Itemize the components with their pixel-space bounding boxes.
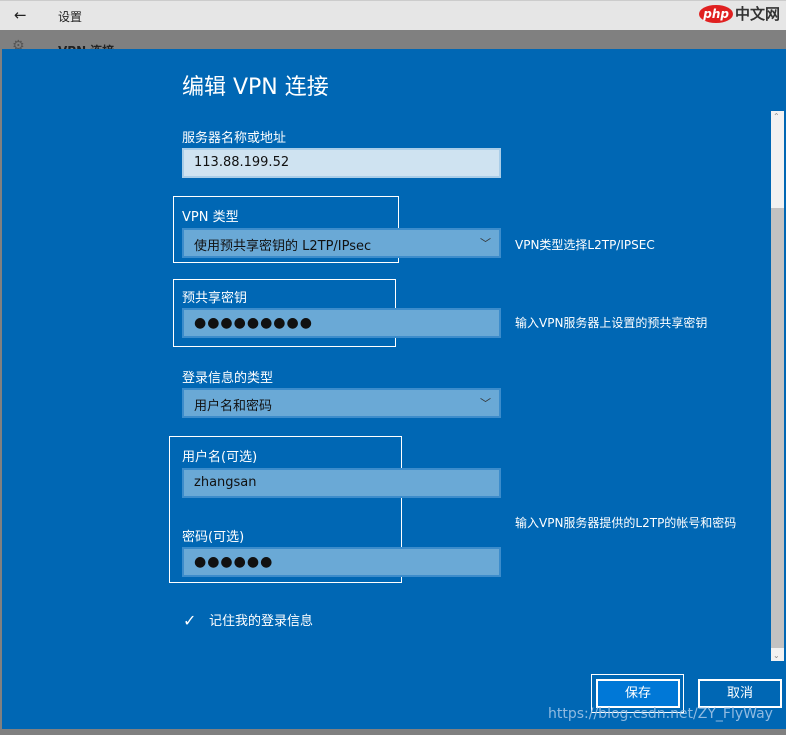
php-cn-logo: php 中文网 xyxy=(699,3,780,24)
dialog-title: 编辑 VPN 连接 xyxy=(182,75,329,100)
edit-vpn-dialog: 编辑 VPN 连接 服务器名称或地址 113.88.199.52 VPN 类型 … xyxy=(2,49,786,729)
psk-note: 输入VPN服务器上设置的预共享密钥 xyxy=(515,316,708,330)
password-value: ●●●●●● xyxy=(194,554,274,570)
remember-checkbox[interactable]: ✓ xyxy=(183,611,201,630)
username-label: 用户名(可选) xyxy=(182,450,258,465)
vpn-type-label: VPN 类型 xyxy=(182,210,239,225)
chevron-up-icon[interactable]: ⌃ xyxy=(773,112,780,121)
server-label: 服务器名称或地址 xyxy=(182,131,287,146)
bottom-edge xyxy=(0,729,786,735)
username-input[interactable]: zhangsan xyxy=(182,468,501,498)
signin-type-select[interactable]: 用户名和密码 ﹀ xyxy=(182,388,501,418)
server-value: 113.88.199.52 xyxy=(194,155,290,170)
vpn-type-select[interactable]: 使用预共享密钥的 L2TP/IPsec ﹀ xyxy=(182,228,501,258)
signin-type-label: 登录信息的类型 xyxy=(182,371,274,386)
save-button[interactable]: 保存 xyxy=(596,679,680,708)
password-label: 密码(可选) xyxy=(182,530,245,545)
logo-php: php xyxy=(699,4,733,23)
psk-input[interactable]: ●●●●●●●●● xyxy=(182,308,501,338)
watermark: https://blog.csdn.net/ZY_FlyWay xyxy=(548,706,773,722)
remember-label: 记住我的登录信息 xyxy=(209,614,314,629)
password-input[interactable]: ●●●●●● xyxy=(182,547,501,577)
logo-cn: 中文网 xyxy=(734,5,780,23)
chevron-down-icon[interactable]: ⌄ xyxy=(773,651,780,660)
cancel-button[interactable]: 取消 xyxy=(698,679,782,708)
account-note: 输入VPN服务器提供的L2TP的帐号和密码 xyxy=(515,516,737,530)
window-title: 设置 xyxy=(58,10,83,24)
chevron-down-icon: ﹀ xyxy=(480,397,491,410)
scrollbar[interactable]: ⌃ ⌄ xyxy=(771,111,784,661)
server-input[interactable]: 113.88.199.52 xyxy=(182,148,501,178)
scrollbar-thumb[interactable] xyxy=(771,208,784,648)
back-arrow-icon[interactable]: ← xyxy=(14,6,27,24)
signin-type-value: 用户名和密码 xyxy=(194,399,273,414)
vpn-type-value: 使用预共享密钥的 L2TP/IPsec xyxy=(194,239,372,254)
background-page: ⚙ VPN 连接 xyxy=(0,30,786,58)
username-value: zhangsan xyxy=(194,475,257,490)
psk-value: ●●●●●●●●● xyxy=(194,315,313,331)
title-bar: ← 设置 php 中文网 xyxy=(0,0,786,30)
vpn-type-note: VPN类型选择L2TP/IPSEC xyxy=(515,238,655,252)
psk-label: 预共享密钥 xyxy=(182,291,248,306)
chevron-down-icon: ﹀ xyxy=(480,237,491,250)
